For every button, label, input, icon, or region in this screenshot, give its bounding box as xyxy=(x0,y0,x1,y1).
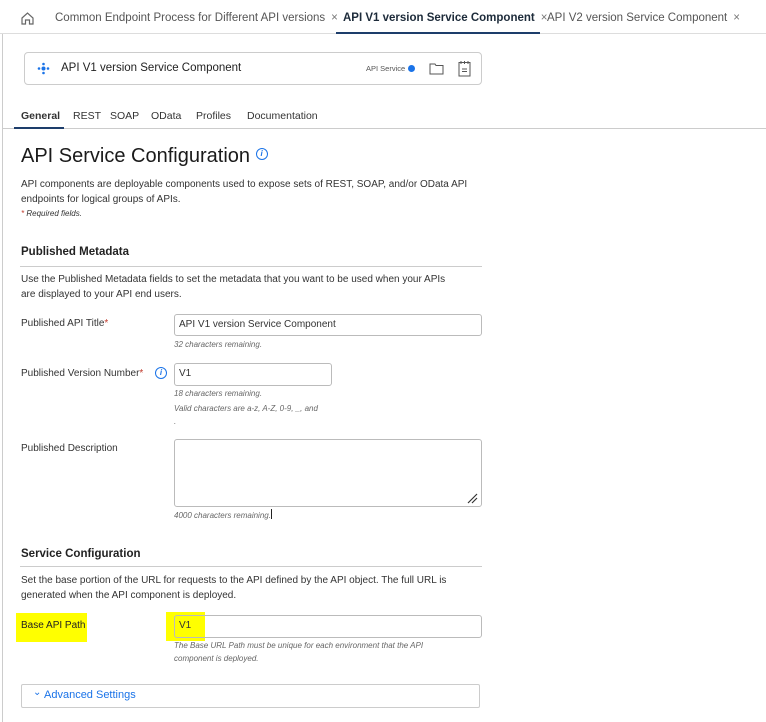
published-version-label: Published Version Number* xyxy=(21,368,143,379)
published-api-title-label: Published API Title* xyxy=(21,318,108,329)
label-text: Published Version Number xyxy=(21,368,140,379)
required-star: * xyxy=(139,368,144,379)
base-path-hint: The Base URL Path must be unique for eac… xyxy=(174,639,423,665)
required-note: * Required fields. xyxy=(21,206,82,221)
title-hint: 32 characters remaining. xyxy=(174,340,263,349)
component-header: API V1 version Service Component API Ser… xyxy=(24,52,482,85)
service-configuration-heading: Service Configuration xyxy=(21,548,141,560)
notes-icon[interactable] xyxy=(458,60,471,77)
page-title-text: API Service Configuration xyxy=(21,145,251,167)
active-tab-indicator xyxy=(336,32,540,34)
folder-icon[interactable] xyxy=(429,62,444,75)
text-line: Use the Published Metadata fields to set… xyxy=(21,274,446,285)
published-description-label: Published Description xyxy=(21,443,118,454)
active-subtab-indicator xyxy=(14,127,64,129)
text-line: are displayed to your API end users. xyxy=(21,289,182,300)
hint-line: Valid characters are a-z, A-Z, 0-9, _, a… xyxy=(174,404,318,413)
hint-line: The Base URL Path must be unique for eac… xyxy=(174,641,424,650)
info-icon[interactable]: i xyxy=(255,148,268,160)
text-cursor xyxy=(270,509,273,519)
advanced-settings-label: Advanced Settings xyxy=(44,689,136,701)
subtab-divider xyxy=(3,128,766,129)
published-version-input[interactable]: V1 xyxy=(174,363,332,386)
close-icon[interactable]: × xyxy=(733,12,740,24)
tab-label: Common Endpoint Process for Different AP… xyxy=(55,12,326,24)
required-star: * xyxy=(104,318,109,329)
tab-common-endpoint[interactable]: Common Endpoint Process for Different AP… xyxy=(55,12,338,24)
component-title: API V1 version Service Component xyxy=(61,62,242,74)
subtab-odata[interactable]: OData xyxy=(151,110,181,122)
published-api-title-input[interactable]: API V1 version Service Component xyxy=(174,314,482,336)
required-star: * xyxy=(21,209,25,218)
tab-bar: Common Endpoint Process for Different AP… xyxy=(0,0,766,34)
subtab-documentation[interactable]: Documentation xyxy=(247,110,318,122)
advanced-settings-toggle[interactable]: ⌄ Advanced Settings xyxy=(21,684,480,708)
page-title: API Service Configuration i xyxy=(21,145,268,168)
subtab-profiles[interactable]: Profiles xyxy=(196,110,231,122)
description-hint: 4000 characters remaining. xyxy=(174,509,273,522)
tab-label: API V1 version Service Component xyxy=(343,12,535,24)
tab-api-v1[interactable]: API V1 version Service Component × xyxy=(343,12,547,24)
published-metadata-heading: Published Metadata xyxy=(21,246,129,258)
required-text: Required fields. xyxy=(26,209,82,218)
info-icon[interactable]: i xyxy=(155,367,167,379)
resize-handle-icon[interactable] xyxy=(467,493,478,504)
divider xyxy=(2,34,3,722)
base-api-path-label: Base API Path xyxy=(21,620,86,631)
subtab-rest[interactable]: REST xyxy=(73,110,101,122)
published-description-textarea[interactable] xyxy=(174,439,482,507)
tab-api-v2[interactable]: API V2 version Service Component × xyxy=(547,12,740,24)
home-icon[interactable] xyxy=(20,11,35,26)
tab-label: API V2 version Service Component xyxy=(547,12,728,24)
section-divider xyxy=(20,566,482,567)
description-line: API components are deployable components… xyxy=(21,179,468,190)
version-hint: 18 characters remaining. Valid characters… xyxy=(174,387,318,428)
text-line: generated when the API component is depl… xyxy=(21,590,237,601)
service-configuration-text: Set the base portion of the URL for requ… xyxy=(21,573,446,603)
description-line: endpoints for logical groups of APIs. xyxy=(21,194,181,205)
base-api-path-input[interactable]: V1 xyxy=(174,615,482,638)
api-service-icon xyxy=(37,62,50,75)
hint-line: 18 characters remaining. xyxy=(174,389,263,398)
published-metadata-text: Use the Published Metadata fields to set… xyxy=(21,272,445,302)
info-icon[interactable] xyxy=(408,65,415,72)
hint-text: 4000 characters remaining. xyxy=(174,511,271,520)
section-divider xyxy=(20,266,482,267)
subtab-general[interactable]: General xyxy=(21,110,60,122)
hint-line: . xyxy=(174,417,177,426)
label-text: Published API Title xyxy=(21,318,105,329)
component-type: API Service xyxy=(366,64,406,73)
page-description: API components are deployable components… xyxy=(21,177,467,207)
subtab-soap[interactable]: SOAP xyxy=(110,110,139,122)
chevron-down-icon: ⌄ xyxy=(33,687,42,698)
close-icon[interactable]: × xyxy=(331,12,338,24)
hint-line: component is deployed. xyxy=(174,654,259,663)
text-line: Set the base portion of the URL for requ… xyxy=(21,575,447,586)
